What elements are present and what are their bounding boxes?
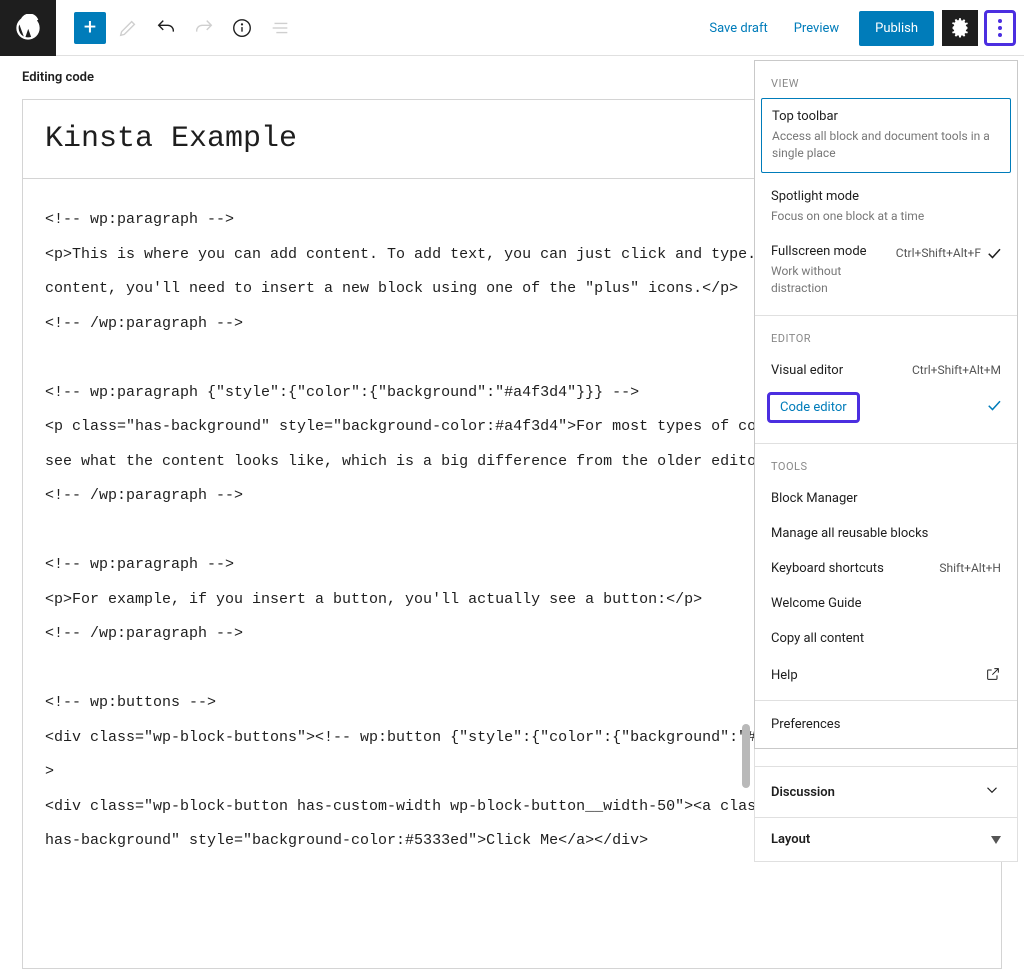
menu-copy-all[interactable]: Copy all content bbox=[755, 621, 1017, 656]
menu-top-toolbar[interactable]: Top toolbar Access all block and documen… bbox=[761, 98, 1011, 173]
menu-visual-editor[interactable]: Visual editor Ctrl+Shift+Alt+M bbox=[755, 353, 1017, 388]
external-link-icon bbox=[985, 666, 1001, 686]
menu-item-sub: Access all block and document tools in a… bbox=[772, 128, 1000, 162]
panel-layout[interactable]: Layout bbox=[754, 818, 1018, 862]
menu-item-label: Help bbox=[771, 668, 798, 683]
top-toolbar: + Save draft Preview Publish bbox=[0, 0, 1024, 56]
menu-item-title: Top toolbar bbox=[772, 109, 1000, 124]
check-icon bbox=[985, 244, 1003, 266]
wordpress-logo[interactable] bbox=[0, 0, 56, 56]
edit-icon[interactable] bbox=[112, 12, 144, 44]
menu-section-tools: TOOLS bbox=[755, 444, 1017, 481]
menu-preferences[interactable]: Preferences bbox=[755, 701, 1017, 748]
scrollbar-thumb[interactable] bbox=[742, 724, 750, 788]
menu-block-manager[interactable]: Block Manager bbox=[755, 481, 1017, 516]
menu-item-label: Welcome Guide bbox=[771, 596, 862, 611]
menu-item-label: Keyboard shortcuts bbox=[771, 561, 884, 576]
menu-code-editor-label: Code editor bbox=[767, 392, 860, 423]
menu-keyboard-shortcuts[interactable]: Keyboard shortcuts Shift+Alt+H bbox=[755, 551, 1017, 586]
toolbar-left: + bbox=[56, 12, 296, 44]
preview-button[interactable]: Preview bbox=[782, 13, 851, 44]
editing-mode-label: Editing code bbox=[22, 70, 94, 85]
panel-discussion[interactable]: Discussion bbox=[754, 767, 1018, 818]
menu-reusable-blocks[interactable]: Manage all reusable blocks bbox=[755, 516, 1017, 551]
menu-welcome-guide[interactable]: Welcome Guide bbox=[755, 586, 1017, 621]
outline-icon[interactable] bbox=[264, 12, 296, 44]
menu-item-sub: Work without distraction bbox=[771, 263, 881, 297]
menu-item-label: Visual editor bbox=[771, 363, 843, 378]
menu-item-sub: Focus on one block at a time bbox=[771, 208, 1001, 225]
menu-item-title: Spotlight mode bbox=[771, 189, 1001, 204]
check-icon bbox=[985, 396, 1003, 418]
menu-help[interactable]: Help bbox=[755, 656, 1017, 696]
settings-button[interactable] bbox=[942, 10, 978, 46]
menu-item-label: Manage all reusable blocks bbox=[771, 526, 928, 541]
menu-item-shortcut: Shift+Alt+H bbox=[939, 561, 1001, 575]
menu-item-shortcut: Ctrl+Shift+Alt+M bbox=[912, 363, 1001, 377]
menu-fullscreen-mode[interactable]: Fullscreen mode Work without distraction… bbox=[755, 234, 1017, 311]
add-block-button[interactable]: + bbox=[74, 12, 106, 44]
menu-section-view: VIEW bbox=[755, 61, 1017, 98]
menu-item-label: Preferences bbox=[771, 717, 840, 732]
chevron-down-icon bbox=[983, 781, 1001, 803]
info-icon[interactable] bbox=[226, 12, 258, 44]
undo-icon[interactable] bbox=[150, 12, 182, 44]
menu-code-editor[interactable]: Code editor bbox=[755, 388, 1017, 439]
menu-item-label: Block Manager bbox=[771, 491, 858, 506]
save-draft-button[interactable]: Save draft bbox=[697, 13, 779, 44]
panel-label: Layout bbox=[771, 832, 810, 847]
menu-spotlight-mode[interactable]: Spotlight mode Focus on one block at a t… bbox=[755, 179, 1017, 235]
menu-item-label: Copy all content bbox=[771, 631, 864, 646]
toolbar-right: Save draft Preview Publish bbox=[697, 0, 1016, 56]
menu-item-shortcut: Ctrl+Shift+Alt+F bbox=[896, 246, 981, 260]
redo-icon[interactable] bbox=[188, 12, 220, 44]
triangle-down-icon bbox=[991, 836, 1001, 844]
menu-section-editor: EDITOR bbox=[755, 316, 1017, 353]
panel-label: Discussion bbox=[771, 785, 835, 800]
publish-button[interactable]: Publish bbox=[859, 11, 934, 46]
options-menu: VIEW Top toolbar Access all block and do… bbox=[754, 60, 1018, 749]
more-menu-button[interactable] bbox=[984, 10, 1016, 46]
